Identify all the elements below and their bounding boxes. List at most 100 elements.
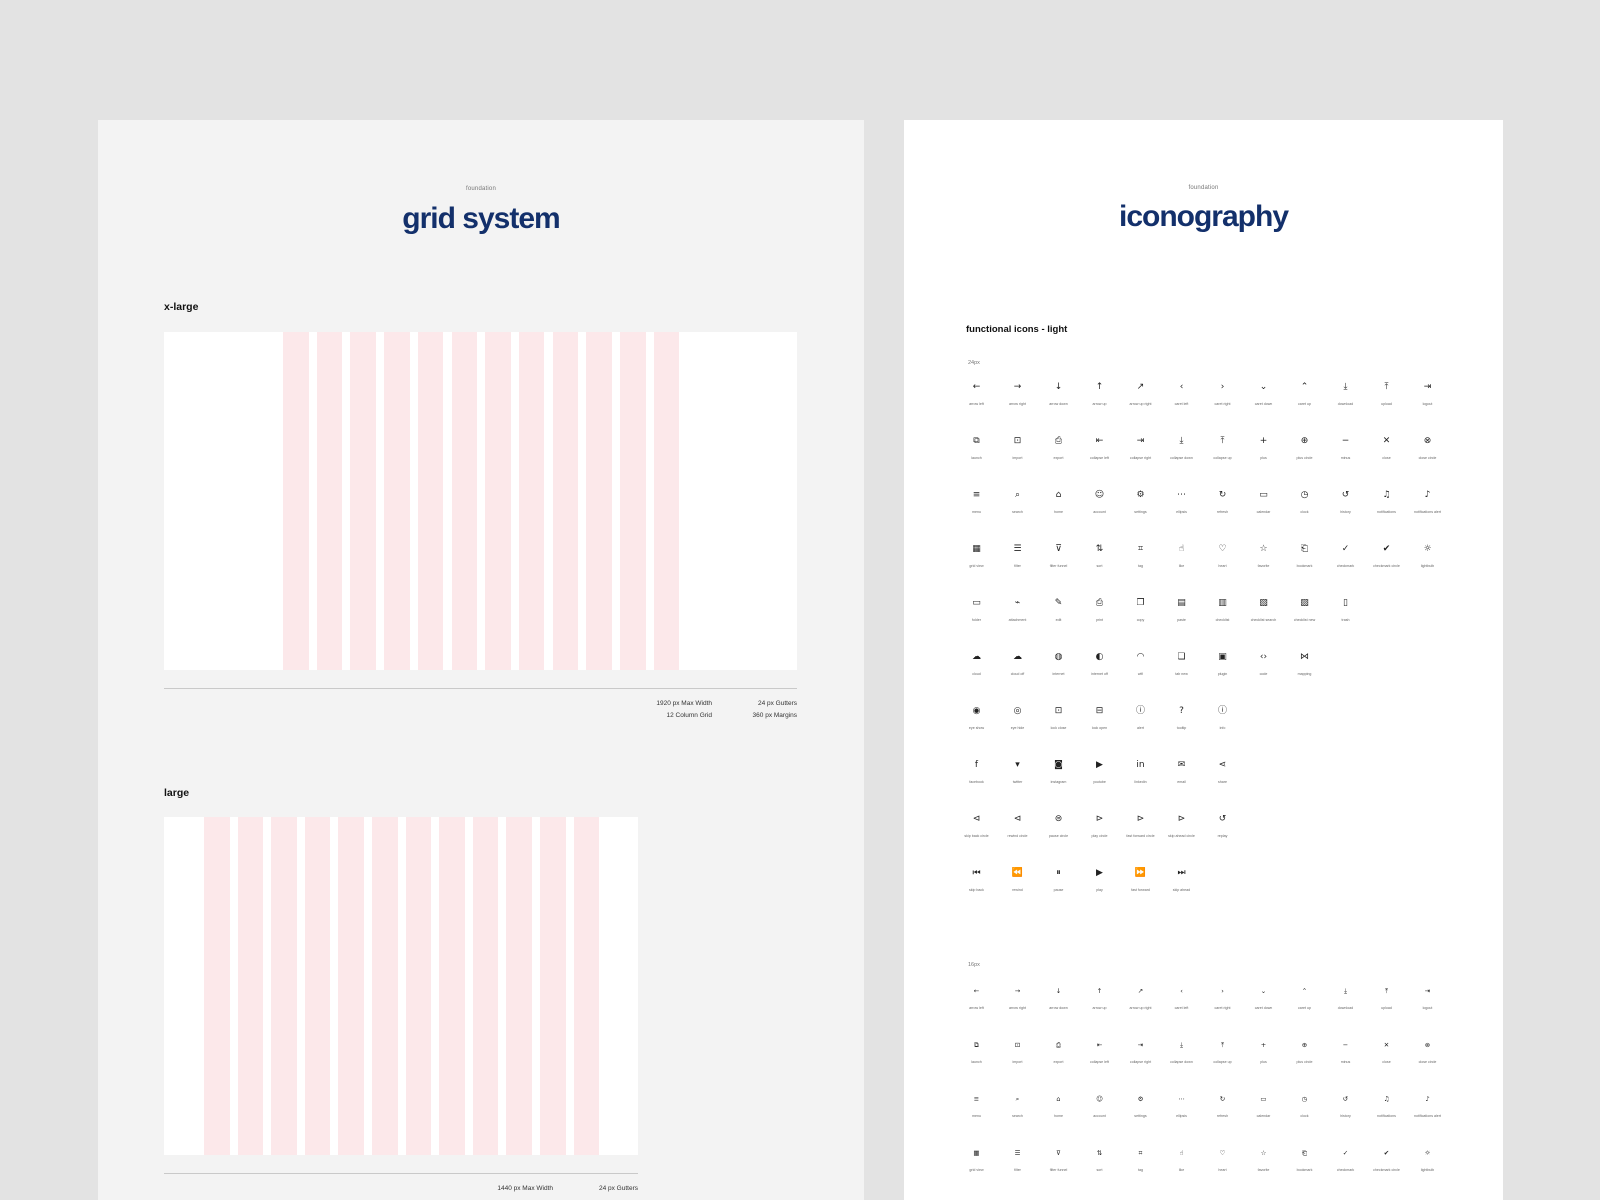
glyph-icon: ▣ xyxy=(1218,652,1227,662)
glyph-icon: ⇥ xyxy=(1137,1041,1144,1049)
glyph-icon: − xyxy=(1342,1041,1349,1049)
icon-cell: ⎙ export xyxy=(1038,436,1079,476)
glyph-icon: ⚙ xyxy=(1137,1095,1144,1103)
glyph-icon: ≡ xyxy=(972,490,981,500)
glyph-icon: ‹ xyxy=(1179,382,1184,392)
glyph-icon: − xyxy=(1341,436,1350,446)
icon-cell: ☝ like xyxy=(1161,544,1202,584)
icon-cell: ⧉ launch xyxy=(956,436,997,476)
glyph-icon: ▶ xyxy=(1096,760,1103,770)
glyph-icon: ◷ xyxy=(1300,490,1309,500)
icon-cell: ▯ trash xyxy=(1325,598,1366,638)
icon-cell: ⌂ home xyxy=(1038,1094,1079,1134)
icon-cell: ⚙ settings xyxy=(1120,490,1161,530)
glyph-icon: ⎙ xyxy=(1095,598,1104,608)
glyph-icon: ↗ xyxy=(1136,382,1145,392)
icon-cell: ≡ menu xyxy=(956,490,997,530)
icon-cell: ⇥ collapse right xyxy=(1120,436,1161,476)
glyph-icon: ☼ xyxy=(1423,544,1432,554)
xlarge-spec-gutters: 24 px Gutters xyxy=(757,700,797,707)
icon-cell: ⤒ upload xyxy=(1366,382,1407,422)
icon-cell: › caret right xyxy=(1202,382,1243,422)
glyph-icon: ↓ xyxy=(1054,382,1063,392)
glyph-icon: ⇤ xyxy=(1096,1041,1103,1049)
icon-cell: ⊗ close circle xyxy=(1407,1040,1448,1080)
icon-cell: ⊜ pause circle xyxy=(1038,814,1079,854)
glyph-icon: ⌗ xyxy=(1137,544,1144,554)
icon-cell: ↑ arrow up xyxy=(1079,382,1120,422)
icon-cell: ⊳ fast forward circle xyxy=(1120,814,1161,854)
icon-cell: ⊡ import xyxy=(997,436,1038,476)
icon-cell: ⋈ mapping xyxy=(1284,652,1325,692)
icon-label: mapping xyxy=(1297,672,1312,676)
icon-cell: ◉ eye show xyxy=(956,706,997,746)
glyph-icon: ⇅ xyxy=(1096,1149,1103,1157)
glyph-icon: ▶ xyxy=(1096,868,1103,878)
icon-cell: ☝ like xyxy=(1161,1148,1202,1188)
glyph-icon: › xyxy=(1220,382,1225,392)
icon-cell: ‹ caret left xyxy=(1161,382,1202,422)
glyph-icon: ⤓ xyxy=(1343,382,1348,392)
icon-cell: ✔ checkmark circle xyxy=(1366,1148,1407,1188)
xlarge-grid-preview xyxy=(164,332,797,670)
icon-label: info xyxy=(1219,726,1226,730)
icon-cell: ⤓ download xyxy=(1325,382,1366,422)
glyph-icon: ✕ xyxy=(1382,436,1391,446)
icon-cell: ↓ arrow down xyxy=(1038,986,1079,1026)
glyph-icon: ◍ xyxy=(1054,652,1063,662)
icon-cell: ⓘ alert xyxy=(1120,706,1161,746)
glyph-icon: ✓ xyxy=(1342,1149,1349,1157)
glyph-icon: ◐ xyxy=(1095,652,1104,662)
size-16-label: 16px xyxy=(968,962,980,968)
icon-cell: ⇤ collapse left xyxy=(1079,1040,1120,1080)
glyph-icon: ✎ xyxy=(1054,598,1063,608)
grid-column xyxy=(620,332,646,670)
grid-column xyxy=(237,817,264,1155)
icon-cell: ↻ refresh xyxy=(1202,490,1243,530)
icon-cell: ⎙ export xyxy=(1038,1040,1079,1080)
glyph-icon: ⇥ xyxy=(1136,436,1145,446)
glyph-icon: ⤓ xyxy=(1180,1041,1183,1049)
icon-label: replay xyxy=(1217,834,1228,838)
glyph-icon: ◙ xyxy=(1054,760,1063,770)
glyph-icon: ≡ xyxy=(973,1095,980,1103)
glyph-icon: ⊽ xyxy=(1055,544,1062,554)
icon-label: close circle xyxy=(1418,1060,1437,1064)
iconography-panel: foundation iconography functional icons … xyxy=(904,120,1503,1200)
glyph-icon: ▭ xyxy=(1260,1095,1267,1103)
glyph-icon: ▦ xyxy=(973,1149,980,1157)
glyph-icon: ⋯ xyxy=(1177,490,1186,500)
icon-cell: ↺ history xyxy=(1325,1094,1366,1134)
glyph-icon: + xyxy=(1259,436,1268,446)
icon-cell: ▨ checklist new xyxy=(1284,598,1325,638)
icon-cell: ← arrow left xyxy=(956,986,997,1026)
icon-cell: ❐ copy xyxy=(1120,598,1161,638)
glyph-icon: ↓ xyxy=(1055,987,1062,995)
glyph-icon: → xyxy=(1014,987,1021,995)
glyph-icon: ⊜ xyxy=(1054,814,1063,824)
glyph-icon: ⊕ xyxy=(1301,1041,1308,1049)
glyph-icon: → xyxy=(1013,382,1022,392)
icon-cell: ⧉ launch xyxy=(956,1040,997,1080)
icon-cell: ⊕ plus circle xyxy=(1284,1040,1325,1080)
icon-label: lightbulb xyxy=(1420,1168,1435,1172)
glyph-icon: ⤒ xyxy=(1385,987,1388,995)
glyph-icon: ♪ xyxy=(1424,490,1431,500)
icon-cell: ⤒ collapse up xyxy=(1202,1040,1243,1080)
icon-label: logout xyxy=(1422,402,1433,406)
glyph-icon: ⋈ xyxy=(1300,652,1309,662)
icon-cell: ⊗ close circle xyxy=(1407,436,1448,476)
glyph-icon: ▥ xyxy=(1218,598,1227,608)
glyph-icon: ◉ xyxy=(972,706,981,716)
icon-cell: ☆ favorite xyxy=(1243,1148,1284,1188)
glyph-icon: ⇥ xyxy=(1423,382,1432,392)
icon-cell: ⊲ rewind circle xyxy=(997,814,1038,854)
glyph-icon: ⊟ xyxy=(1095,706,1104,716)
icon-cell: ⋯ ellipsis xyxy=(1161,1094,1202,1134)
glyph-icon: ? xyxy=(1179,706,1184,716)
glyph-icon: ▨ xyxy=(1300,598,1309,608)
functional-icons-title: functional icons - light xyxy=(966,324,1068,335)
glyph-icon: ‹› xyxy=(1259,652,1268,662)
glyph-icon: ⤒ xyxy=(1384,382,1389,392)
grid-column xyxy=(372,817,398,1155)
